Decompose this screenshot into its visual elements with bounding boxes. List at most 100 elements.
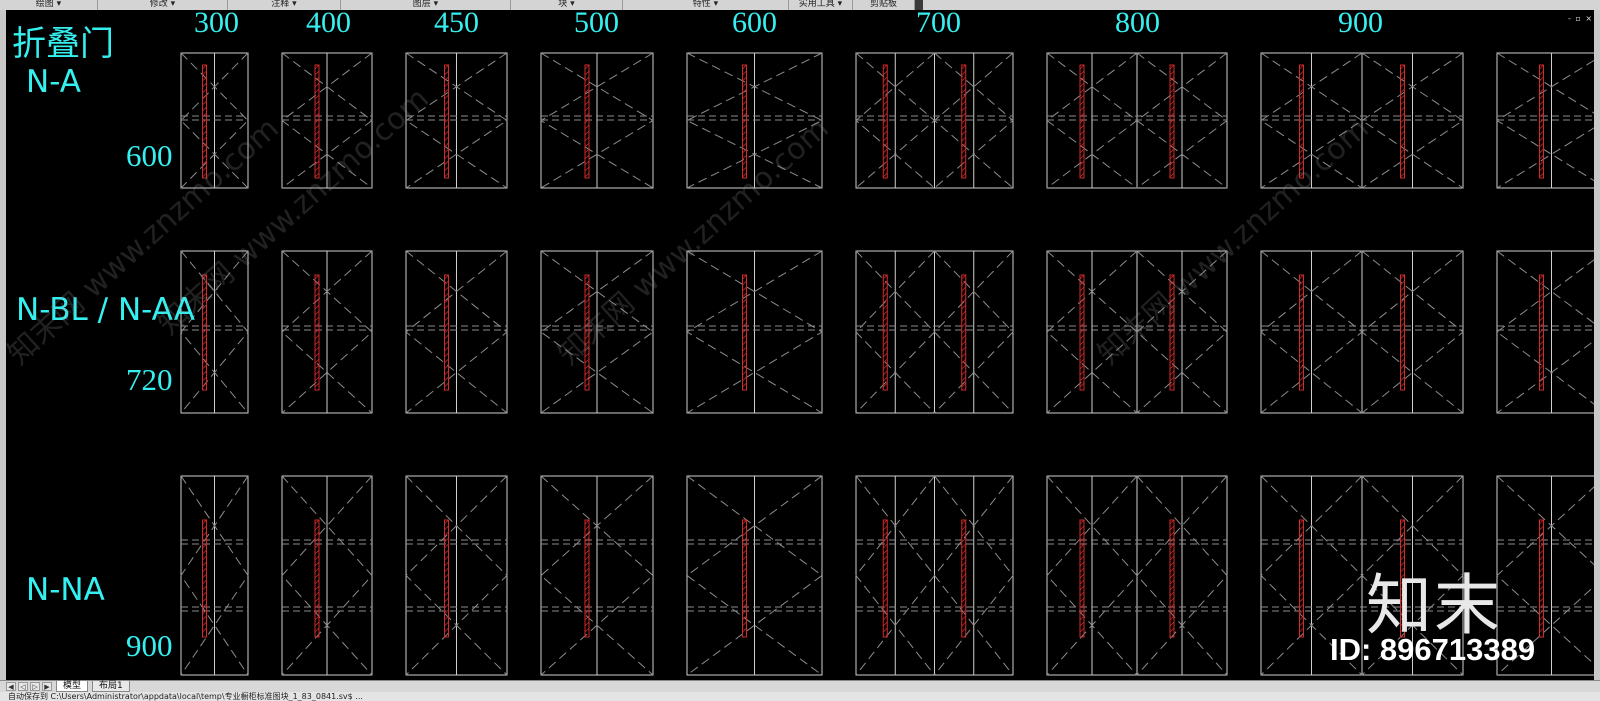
hinge-hatch [961, 543, 967, 549]
hinge-hatch [961, 136, 967, 142]
hinge-hatch [314, 82, 320, 88]
hinge-hatch [961, 70, 967, 76]
hinge-hatch [1539, 274, 1544, 280]
first-tab-icon[interactable]: ◀ [6, 682, 16, 691]
drawing-title: 折叠门 [12, 24, 114, 64]
viewport-window-controls[interactable]: - ▫ × [1568, 14, 1593, 23]
hinge-hatch [1169, 346, 1175, 352]
ribbon-panel-block[interactable]: 块 ▾ [511, 0, 623, 10]
hinge-hatch [1079, 64, 1085, 70]
hinge-hatch [1539, 124, 1544, 130]
hinge-hatch [1079, 274, 1085, 280]
hinge-hatch [1539, 591, 1544, 597]
hinge-hatch [961, 376, 967, 382]
hinge-hatch [314, 88, 320, 94]
hinge-hatch [314, 579, 320, 585]
hinge-hatch [1169, 370, 1175, 376]
hinge-hatch [1169, 148, 1175, 154]
tab-model[interactable]: 模型 [56, 681, 89, 692]
hinge-hatch [742, 316, 747, 322]
hinge-hatch [1299, 322, 1304, 328]
hinge-hatch [584, 561, 590, 567]
hinge-hatch [444, 130, 449, 136]
hinge-hatch [444, 603, 449, 609]
ribbon-panel-draw[interactable]: 绘图 ▾ [0, 0, 98, 10]
hinge-hatch [742, 627, 747, 633]
prev-tab-icon[interactable]: ◁ [18, 682, 28, 691]
hinge-hatch [1079, 310, 1085, 316]
hinge-hatch [742, 310, 747, 316]
hinge-hatch [1400, 154, 1405, 160]
hinge-hatch [584, 591, 590, 597]
hinge-hatch [1539, 358, 1544, 364]
hinge-hatch [444, 106, 449, 112]
ribbon-panel-utilities[interactable]: 实用工具 ▾ [789, 0, 853, 10]
ribbon-panel-properties[interactable]: 特性 ▾ [623, 0, 789, 10]
hinge-hatch [961, 525, 967, 531]
hinge-hatch [742, 567, 747, 573]
hinge-hatch [1400, 70, 1405, 76]
hinge-hatch [1299, 310, 1304, 316]
hinge-hatch [961, 304, 967, 310]
hinge-hatch [1299, 382, 1304, 388]
hinge-hatch [1079, 519, 1085, 525]
hinge-hatch [1169, 352, 1175, 358]
hinge-hatch [1539, 340, 1544, 346]
hinge-hatch [584, 549, 590, 555]
hinge-hatch [1079, 298, 1085, 304]
hinge-hatch [1079, 597, 1085, 603]
next-tab-icon[interactable]: ▷ [30, 682, 40, 691]
hinge-hatch [314, 543, 320, 549]
hinge-hatch [1079, 352, 1085, 358]
hinge-hatch [1539, 298, 1544, 304]
hinge-hatch [314, 274, 320, 280]
hinge-hatch [1539, 579, 1544, 585]
hinge-hatch [1079, 567, 1085, 573]
hinge-hatch [314, 106, 320, 112]
hinge-hatch [444, 172, 449, 178]
hinge-hatch [882, 82, 888, 88]
last-tab-icon[interactable]: ▶ [42, 682, 52, 691]
hinge-hatch [1079, 591, 1085, 597]
ribbon-panel-modify[interactable]: 修改 ▾ [98, 0, 228, 10]
hinge-hatch [1169, 549, 1175, 555]
hinge-hatch [961, 100, 967, 106]
ribbon-panel-annotate[interactable]: 注释 ▾ [228, 0, 341, 10]
ribbon-panel-layers[interactable]: 图层 ▾ [341, 0, 511, 10]
hinge-hatch [1539, 567, 1544, 573]
hinge-hatch [584, 106, 590, 112]
hinge-hatch [314, 591, 320, 597]
hinge-hatch [444, 70, 449, 76]
hinge-hatch [1400, 334, 1405, 340]
hinge-hatch [882, 100, 888, 106]
hinge-hatch [1079, 130, 1085, 136]
hinge-hatch [1400, 537, 1405, 543]
hinge-hatch [1539, 364, 1544, 370]
hinge-hatch [742, 525, 747, 531]
hinge-hatch [882, 376, 888, 382]
hinge-hatch [584, 100, 590, 106]
command-line[interactable]: 自动保存到 C:\Users\Administrator\appdata\loc… [0, 692, 1600, 701]
hinge-hatch [1169, 64, 1175, 70]
hinge-hatch [742, 304, 747, 310]
hinge-hatch [882, 525, 888, 531]
hinge-hatch [961, 172, 967, 178]
hinge-hatch [584, 124, 590, 130]
hinge-hatch [961, 124, 967, 130]
drawing-area[interactable]: 折叠门 300 400 450 500 600 700 800 900 N-A … [6, 10, 1594, 680]
hinge-hatch [202, 370, 207, 376]
hinge-hatch [742, 82, 747, 88]
hinge-hatch [1539, 310, 1544, 316]
hinge-hatch [1299, 615, 1304, 621]
hinge-hatch [1539, 100, 1544, 106]
hinge-hatch [1079, 100, 1085, 106]
hinge-hatch [882, 346, 888, 352]
ribbon-panel-clipboard[interactable]: 剪贴板 [853, 0, 915, 10]
hinge-hatch [1079, 549, 1085, 555]
tab-layout1[interactable]: 布局1 [92, 681, 130, 692]
hinge-hatch [882, 585, 888, 591]
hinge-hatch [1299, 100, 1304, 106]
hinge-hatch [202, 82, 207, 88]
hinge-hatch [1079, 136, 1085, 142]
hinge-hatch [1169, 154, 1175, 160]
